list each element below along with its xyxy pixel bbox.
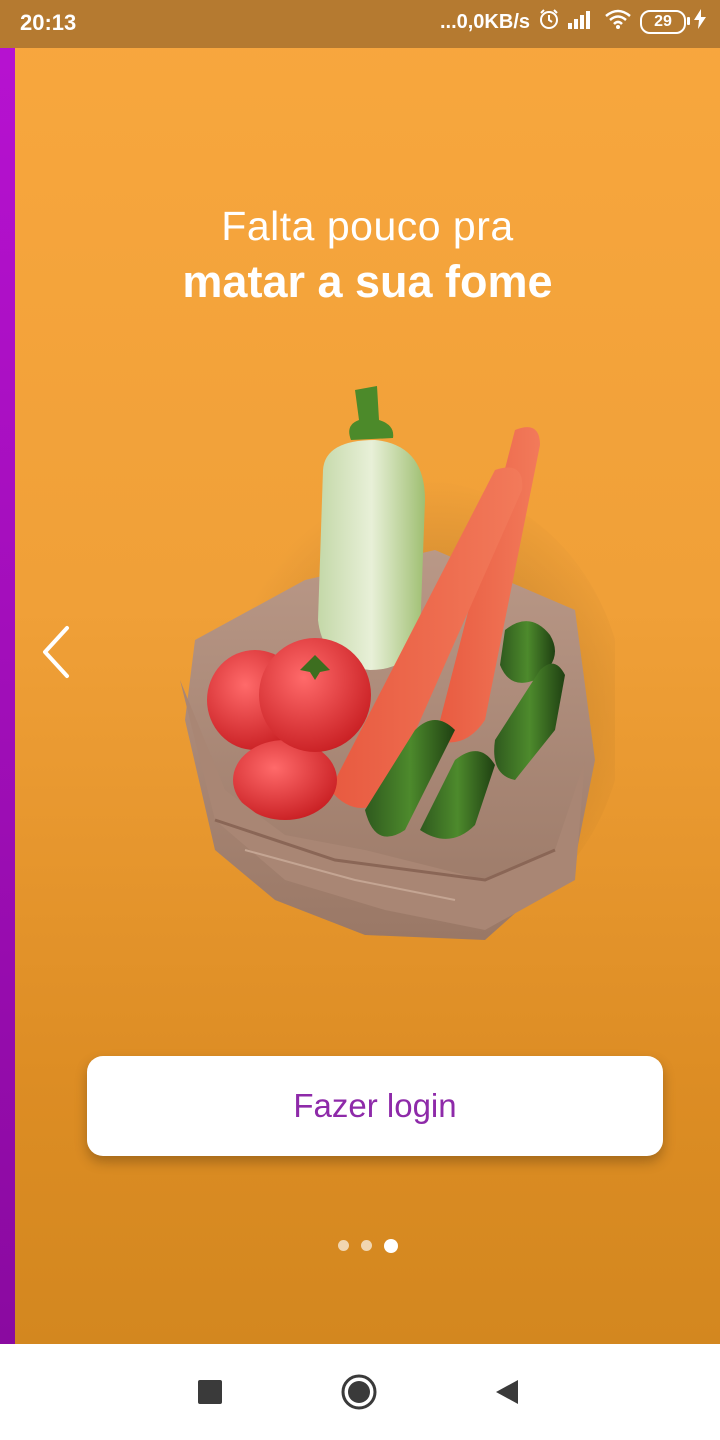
recent-apps-button[interactable] <box>198 1380 222 1409</box>
battery-icon: 29 <box>640 10 690 34</box>
pagination-dot <box>360 1240 372 1251</box>
status-bar: 20:13 ...0,0KB/s 29 <box>0 0 720 48</box>
circle-icon <box>341 1374 377 1410</box>
square-icon <box>198 1380 222 1404</box>
wifi-icon <box>604 9 632 35</box>
back-button[interactable] <box>494 1378 520 1411</box>
status-time: 20:13 <box>20 10 77 35</box>
pagination-dot-active <box>383 1239 398 1253</box>
pagination-dots <box>15 1239 720 1253</box>
vegetables-bag-image <box>180 386 615 940</box>
headline-line1: Falta pouco pra <box>221 203 514 249</box>
battery-level: 29 <box>654 13 672 30</box>
chevron-left-icon <box>43 626 69 678</box>
network-speed: ...0,0KB/s <box>439 10 530 33</box>
headline-line2: matar a sua fome <box>182 256 553 307</box>
triangle-left-icon <box>496 1380 518 1404</box>
pagination-dot <box>337 1240 349 1251</box>
previous-slide-button[interactable] <box>37 622 77 682</box>
side-strip <box>0 0 15 1344</box>
signal-icon <box>568 9 596 35</box>
status-icons: ...0,0KB/s 29 <box>440 8 706 36</box>
alarm-icon <box>538 8 560 36</box>
charging-icon <box>694 9 706 35</box>
home-button[interactable] <box>341 1374 377 1415</box>
login-button[interactable]: Fazer login <box>87 1056 663 1156</box>
onboarding-screen: Falta pouco pra matar a sua fome Fazer l… <box>15 0 720 1344</box>
